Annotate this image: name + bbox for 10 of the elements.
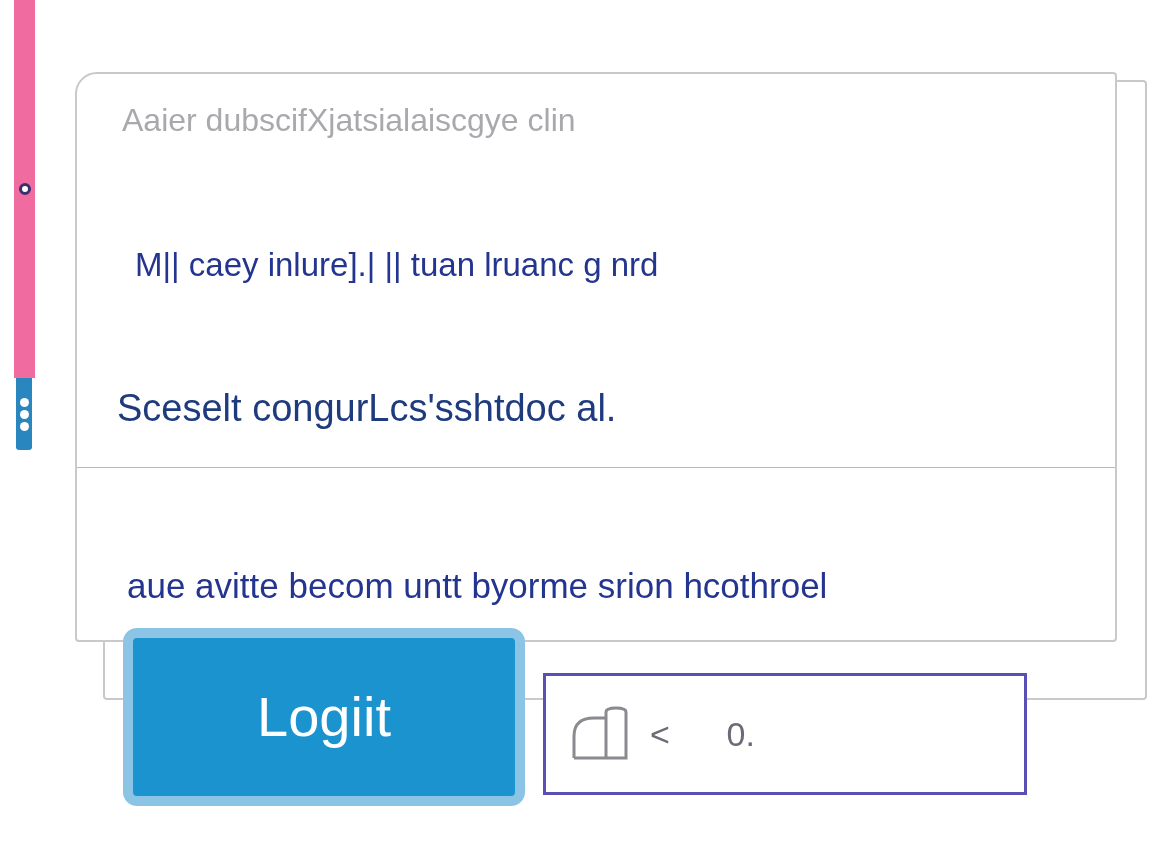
- door-icon: [572, 706, 630, 762]
- card-header: Aaier dubscifXjatsialaiscgye clin: [122, 101, 577, 140]
- card-text: M|| caey inlure].| || tuan lruanc g nrd: [135, 245, 660, 285]
- handle-icon[interactable]: [18, 183, 31, 195]
- login-button[interactable]: Logiit: [123, 628, 525, 806]
- field-value: < 0.: [650, 713, 755, 755]
- side-tab[interactable]: [16, 378, 32, 450]
- card-text: Sceselt congurLcs'sshtdoc al.: [117, 385, 618, 431]
- input-field[interactable]: < 0.: [543, 673, 1027, 795]
- card-footer: aue avitte becom untt byorme srion hcothroel: [127, 560, 1115, 613]
